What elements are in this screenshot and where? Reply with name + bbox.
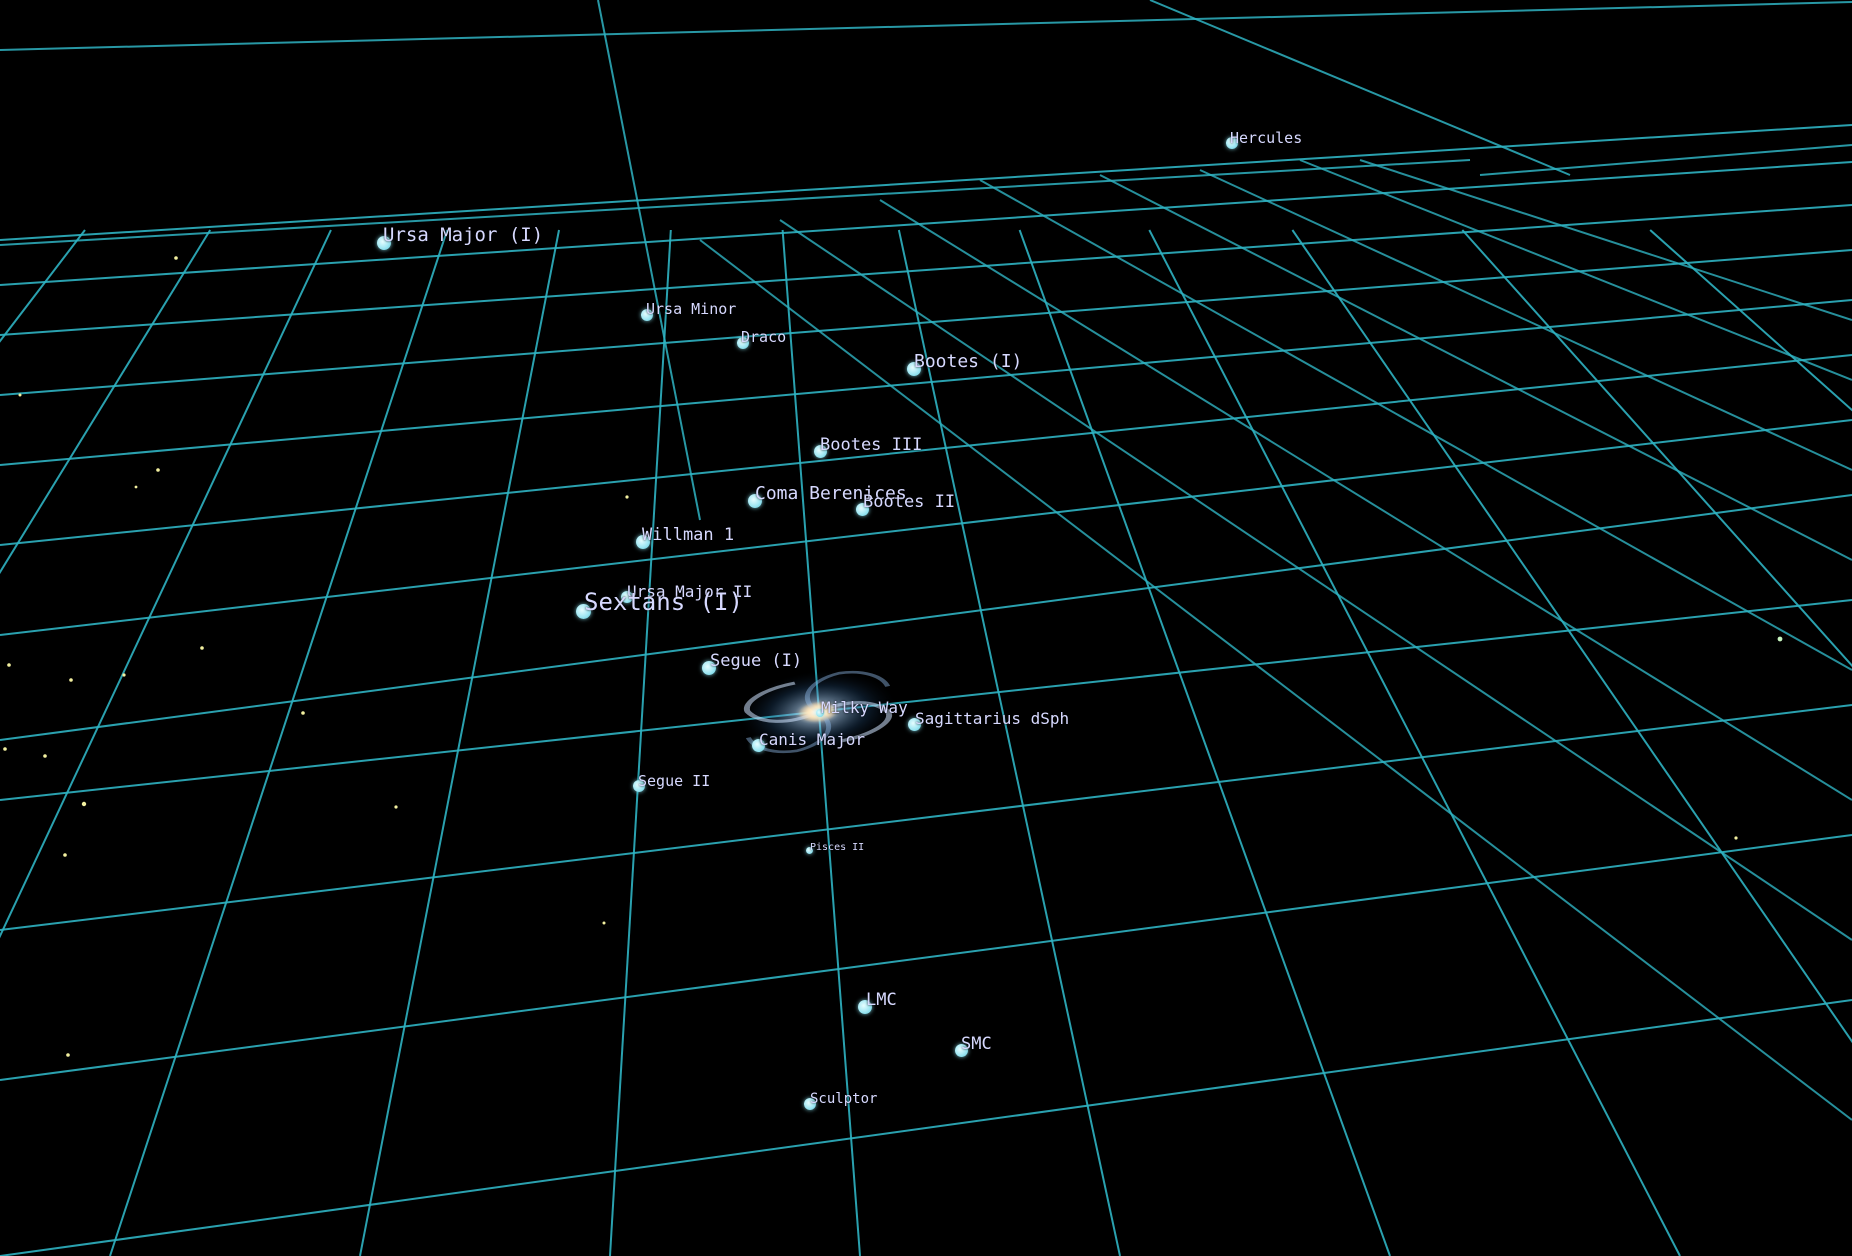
sculptor-label[interactable]: Sculptor [810, 1092, 877, 1106]
willman-1-label[interactable]: Willman 1 [642, 527, 734, 544]
sagittarius-dsph-label[interactable]: Sagittarius dSph [915, 711, 1069, 727]
bootes-i-label[interactable]: Bootes (I) [914, 353, 1022, 371]
bootes-ii-label[interactable]: Bootes II [863, 494, 955, 511]
milky-way-galaxy-image [740, 670, 896, 754]
lmc-label[interactable]: LMC [866, 992, 897, 1009]
pisces-ii-label[interactable]: Pisces II [810, 843, 864, 853]
draco-label[interactable]: Draco [741, 330, 786, 345]
space-viewport[interactable]: Hercules Ursa Major (I) Ursa Minor Draco… [0, 0, 1852, 1256]
smc-label[interactable]: SMC [961, 1036, 992, 1053]
bootes-iii-label[interactable]: Bootes III [820, 437, 922, 454]
sextans-i-label[interactable]: Sextans (I) [584, 590, 743, 614]
milky-way-label[interactable]: Milky Way [821, 700, 908, 716]
ursa-major-i-label[interactable]: Ursa Major (I) [383, 226, 543, 245]
hercules-label[interactable]: Hercules [1230, 131, 1302, 146]
ursa-minor-label[interactable]: Ursa Minor [646, 302, 736, 317]
segue-i-label[interactable]: Segue (I) [710, 653, 802, 670]
segue-ii-label[interactable]: Segue II [638, 774, 710, 789]
canis-major-label[interactable]: Canis Major [759, 732, 865, 748]
